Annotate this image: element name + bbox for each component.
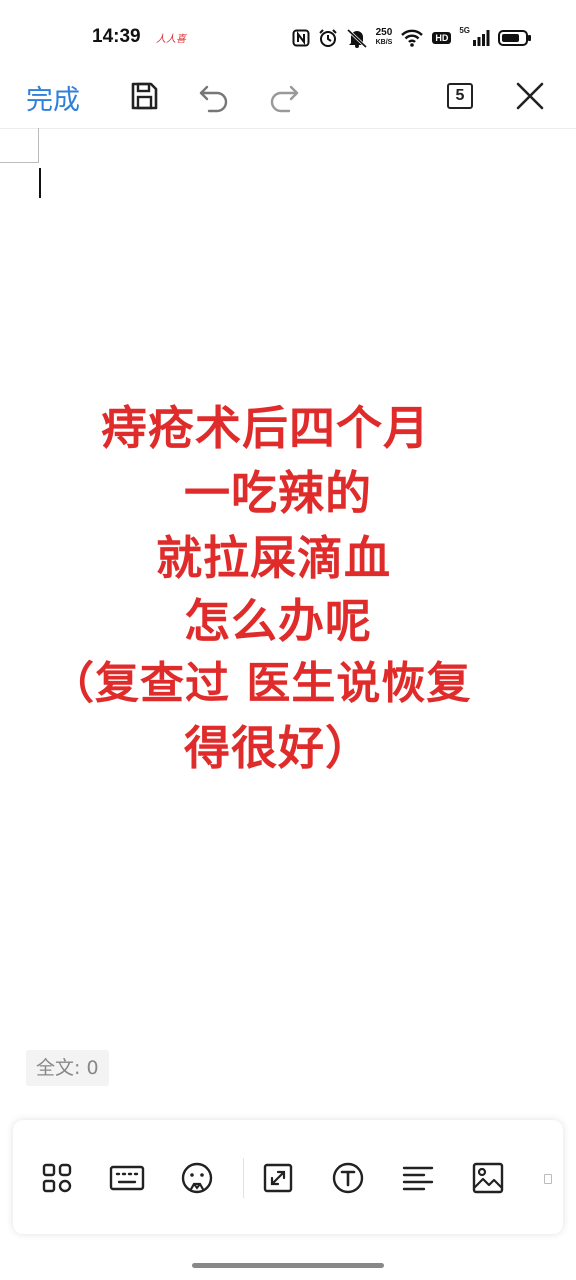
status-icons: 250 KB/S HD 5G <box>292 24 532 52</box>
image-text-line: （复查过 医生说恢复 <box>50 658 472 709</box>
save-icon <box>131 82 158 110</box>
signal-icon <box>473 30 490 46</box>
carrier-logo-icon: 人人喜 <box>156 34 186 45</box>
alarm-icon <box>318 29 337 47</box>
text-cursor[interactable] <box>39 168 41 198</box>
signal-5g-label: 5G <box>459 25 470 35</box>
bottom-format-toolbar <box>13 1120 563 1234</box>
image-text-line: 一吃辣的 <box>184 466 372 520</box>
battery-icon <box>498 30 531 46</box>
wifi-icon <box>401 29 424 47</box>
redo-button[interactable] <box>264 76 304 116</box>
close-icon <box>516 82 544 110</box>
home-indicator[interactable] <box>192 1263 384 1268</box>
word-count-badge: 全文: 0 <box>26 1050 109 1086</box>
network-speed: 250 KB/S <box>376 28 393 48</box>
page-corner-marker <box>0 128 39 163</box>
image-text-line: 痔疮术后四个月 <box>101 401 430 455</box>
apps-button[interactable] <box>37 1158 77 1198</box>
close-button[interactable] <box>510 76 550 116</box>
undo-icon <box>199 85 228 113</box>
expand-icon <box>263 1163 293 1193</box>
save-button[interactable] <box>124 76 164 116</box>
insert-image-button[interactable] <box>468 1158 508 1198</box>
status-time: 14:39 <box>92 26 141 47</box>
done-button[interactable]: 完成 <box>26 78 80 117</box>
nfc-icon <box>292 29 310 47</box>
mute-icon <box>346 28 367 48</box>
align-left-button[interactable] <box>398 1158 438 1198</box>
more-icon[interactable] <box>544 1174 552 1184</box>
toolbar-divider <box>243 1158 244 1198</box>
text-style-icon <box>332 1162 364 1194</box>
image-text-line: 就拉屎滴血 <box>156 531 391 585</box>
keyboard-button[interactable] <box>107 1158 147 1198</box>
image-text-line: 得很好） <box>184 721 372 775</box>
image-text-line: 怎么办呢 <box>184 594 372 648</box>
inserted-text-image[interactable]: 痔疮术后四个月 一吃辣的 就拉屎滴血 怎么办呢 （复查过 医生说恢复 得很好） <box>0 390 576 790</box>
keyboard-icon <box>109 1165 145 1191</box>
page-count-badge: 5 <box>447 83 473 109</box>
page-count-button[interactable]: 5 <box>440 76 480 116</box>
redo-icon <box>270 85 299 113</box>
hd-badge: HD <box>432 32 452 44</box>
network-speed-unit: KB/S <box>375 39 393 46</box>
sticker-icon <box>181 1162 213 1194</box>
image-icon <box>472 1162 504 1194</box>
expand-button[interactable] <box>258 1158 298 1198</box>
apps-icon <box>42 1163 72 1193</box>
editor-toolbar: 完成 5 <box>0 70 576 129</box>
undo-button[interactable] <box>194 76 234 116</box>
text-style-button[interactable] <box>328 1158 368 1198</box>
network-speed-value: 250 <box>375 27 393 38</box>
status-bar: 14:39 人人喜 250 KB/S HD 5G <box>0 0 576 70</box>
align-left-icon <box>402 1166 434 1191</box>
sticker-button[interactable] <box>177 1158 217 1198</box>
